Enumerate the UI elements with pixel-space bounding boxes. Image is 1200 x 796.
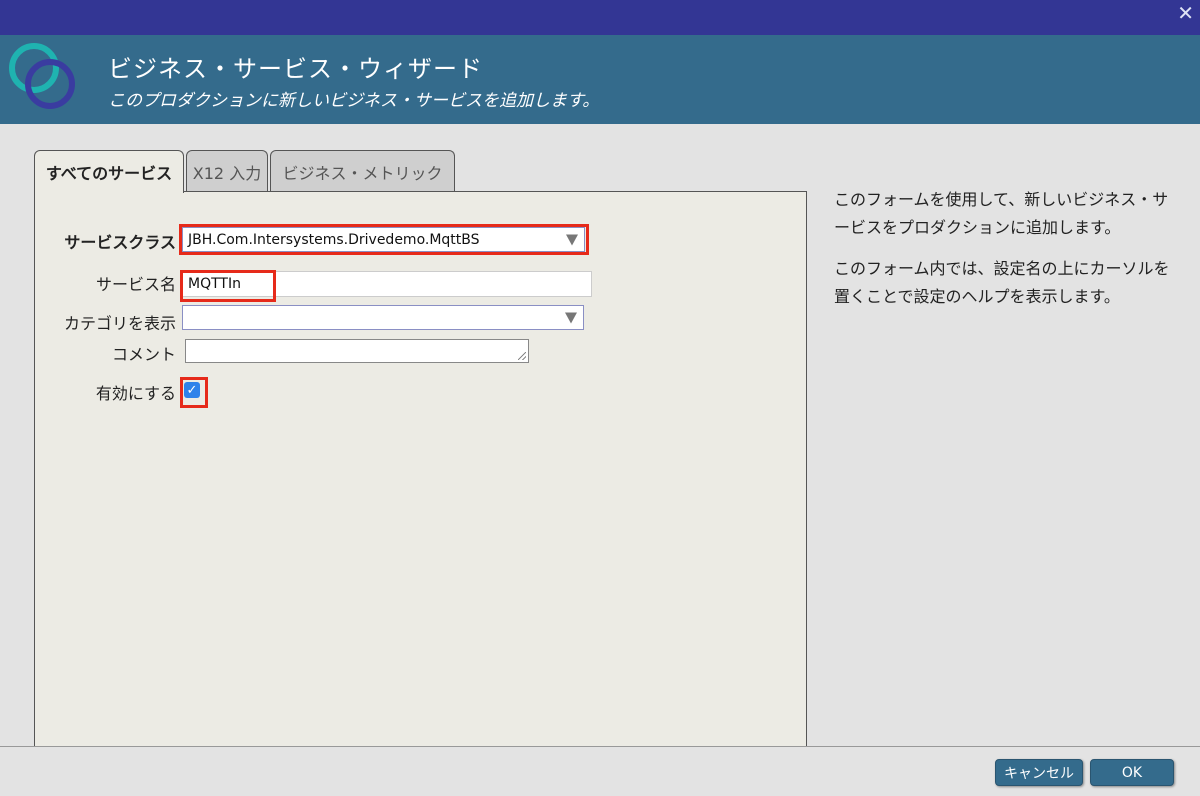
page-title: ビジネス・サービス・ウィザード xyxy=(108,55,483,83)
cancel-button[interactable]: キャンセル xyxy=(995,759,1083,786)
resize-handle-icon[interactable] xyxy=(518,352,526,360)
service-class-value: JBH.Com.Intersystems.Drivedemo.MqttBS xyxy=(188,231,480,248)
category-select[interactable] xyxy=(182,305,584,330)
window-titlebar: ✕ xyxy=(0,0,1200,35)
service-name-value: MQTTIn xyxy=(188,276,241,292)
checkmark-icon: ✓ xyxy=(186,382,198,398)
tab-x12-input[interactable]: X12 入力 xyxy=(186,150,268,192)
wizard-header: ビジネス・サービス・ウィザード このプロダクションに新しいビジネス・サービスを追… xyxy=(0,35,1200,124)
service-class-label: サービスクラス xyxy=(64,233,176,252)
page-subtitle: このプロダクションに新しいビジネス・サービスを追加します。 xyxy=(108,91,600,111)
enable-label: 有効にする xyxy=(95,384,176,403)
comment-textarea[interactable] xyxy=(185,339,529,363)
comment-label: コメント xyxy=(111,345,176,364)
chevron-down-icon xyxy=(565,312,577,323)
service-name-input[interactable]: MQTTIn xyxy=(182,271,592,297)
logo-icon xyxy=(9,43,75,109)
help-text-1: このフォームを使用して、新しいビジネス・サービスをプロダクションに追加します。 xyxy=(834,190,1169,237)
footer-bar: キャンセル OK xyxy=(0,746,1200,796)
tab-business-metric[interactable]: ビジネス・メトリック xyxy=(270,150,455,192)
enable-checkbox[interactable]: ✓ xyxy=(184,382,200,398)
category-label: カテゴリを表示 xyxy=(63,314,176,333)
tab-all-services[interactable]: すべてのサービス xyxy=(34,150,184,193)
service-class-select[interactable]: JBH.Com.Intersystems.Drivedemo.MqttBS xyxy=(182,227,585,252)
close-icon[interactable]: ✕ xyxy=(1177,3,1194,23)
ok-button[interactable]: OK xyxy=(1090,759,1174,786)
help-text-2: このフォーム内では、設定名の上にカーソルを置くことで設定のヘルプを表示します。 xyxy=(834,259,1170,306)
service-name-label: サービス名 xyxy=(95,275,176,294)
chevron-down-icon xyxy=(566,234,578,245)
